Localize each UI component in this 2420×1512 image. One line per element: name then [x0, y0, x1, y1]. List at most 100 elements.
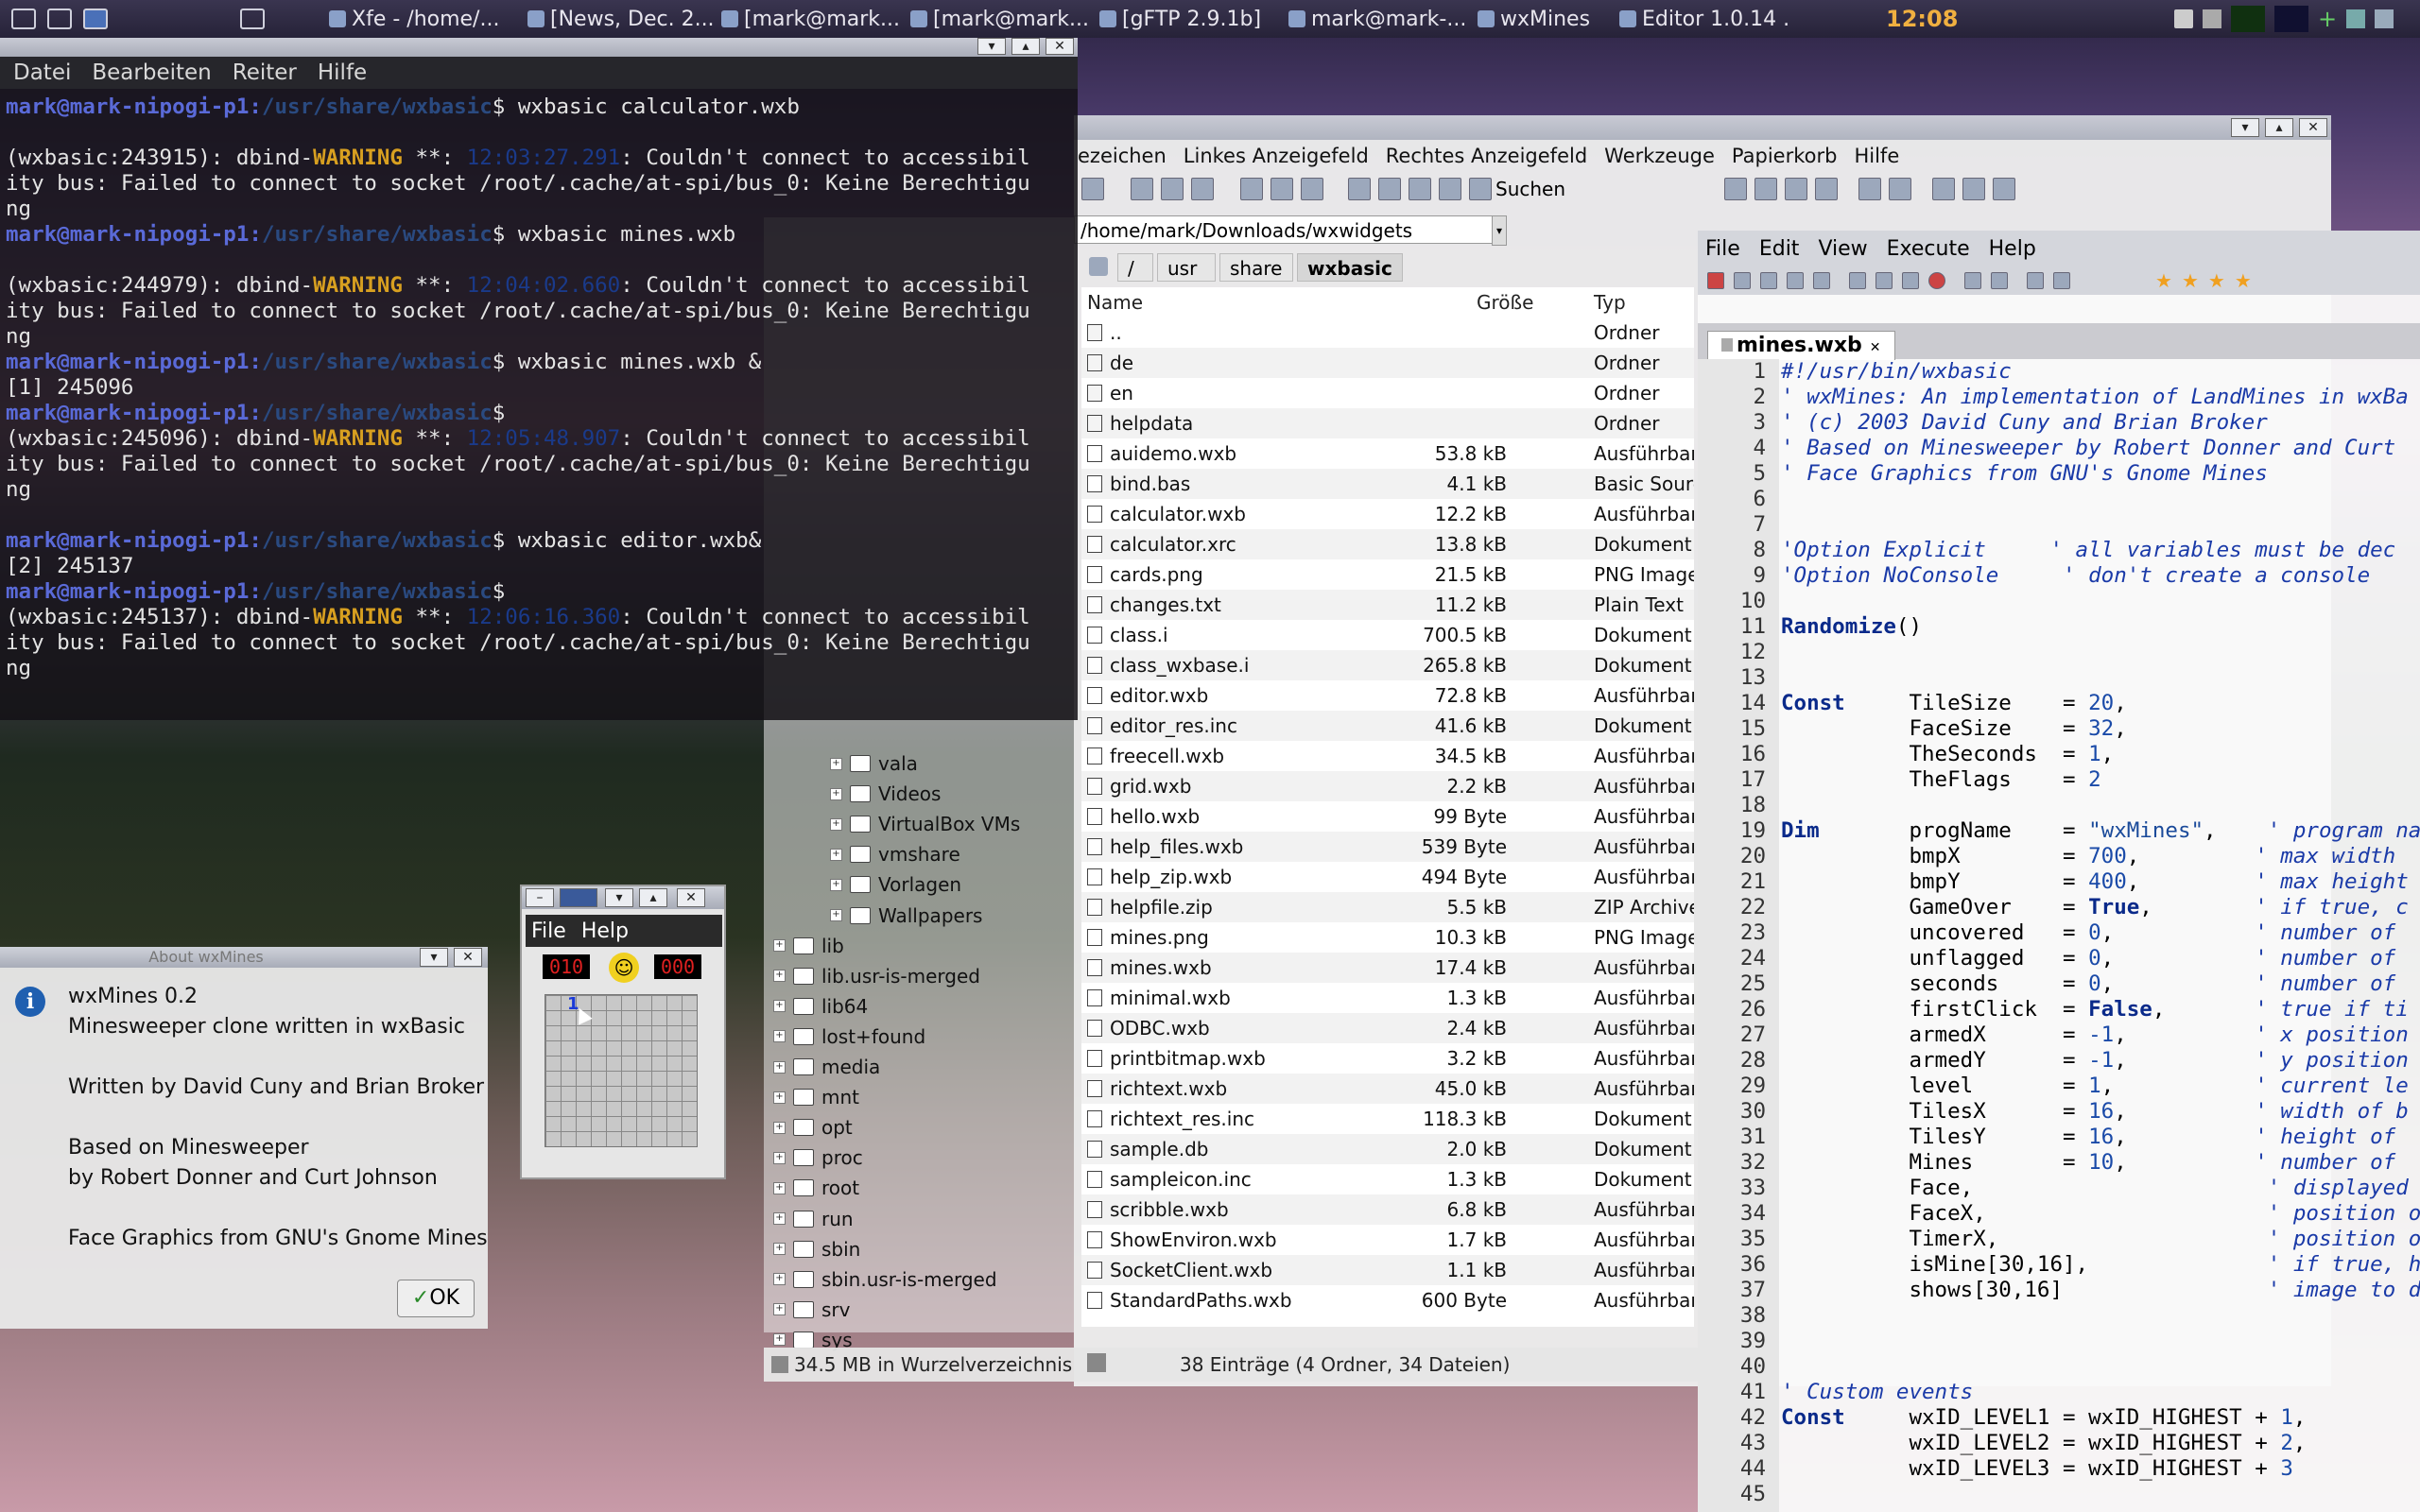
- terminal-output[interactable]: mark@mark-nipogi-p1:/usr/share/wxbasic$ …: [0, 89, 1078, 699]
- tree-item[interactable]: + Wallpapers: [830, 902, 982, 929]
- properties-icon[interactable]: [1301, 178, 1323, 200]
- mines-menu-file[interactable]: File: [531, 919, 566, 943]
- save-all-icon[interactable]: [1787, 272, 1804, 289]
- expand-icon[interactable]: +: [773, 970, 786, 983]
- taskbar-task[interactable]: [News, Dec. 2...: [520, 2, 714, 36]
- taskbar-task[interactable]: [mark@mark...: [903, 2, 1092, 36]
- tree-item[interactable]: + lib.usr-is-merged: [773, 963, 980, 989]
- cut-icon[interactable]: [1131, 178, 1153, 200]
- about-close-button[interactable]: ✕: [454, 948, 482, 967]
- fm-menu-item[interactable]: Hilfe: [1854, 145, 1899, 167]
- tree-item[interactable]: + root: [773, 1175, 859, 1201]
- tools-icon[interactable]: [2346, 9, 2366, 28]
- fm-titlebar[interactable]: ▾ ▴ ✕: [1074, 115, 2331, 140]
- fm-close-button[interactable]: ✕: [2299, 118, 2327, 137]
- file-row[interactable]: help_zip.wxb 494 Byte Ausführbar: [1081, 862, 1694, 892]
- file-row[interactable]: helpfile.zip 5.5 kB ZIP Archive: [1081, 892, 1694, 922]
- save-file-icon[interactable]: [1760, 272, 1777, 289]
- fm-minimize-button[interactable]: ▾: [2231, 118, 2259, 137]
- expand-icon[interactable]: +: [830, 817, 842, 831]
- file-row[interactable]: hello.wxb 99 Byte Ausführbar: [1081, 801, 1694, 832]
- network-icon[interactable]: [2203, 9, 2221, 28]
- address-dropdown-icon[interactable]: ▾: [1492, 215, 1507, 246]
- editor-menu-item[interactable]: File: [1705, 237, 1740, 261]
- terminal-icon[interactable]: [240, 9, 265, 29]
- file-row[interactable]: sample.db 2.0 kB Dokument: [1081, 1134, 1694, 1164]
- file-row[interactable]: SocketClient.wxb 1.1 kB Ausführbar: [1081, 1255, 1694, 1285]
- file-row[interactable]: help_files.wxb 539 Byte Ausführbar: [1081, 832, 1694, 862]
- tree-item[interactable]: + VirtualBox VMs: [830, 811, 1020, 837]
- window-icon[interactable]: [83, 9, 108, 29]
- file-row[interactable]: richtext.wxb 45.0 kB Ausführbar: [1081, 1074, 1694, 1104]
- settings-icon[interactable]: [1409, 178, 1431, 200]
- tree-item[interactable]: + srv: [773, 1297, 850, 1323]
- expand-icon[interactable]: +: [830, 757, 842, 770]
- tree-item[interactable]: + sbin.usr-is-merged: [773, 1266, 997, 1293]
- taskbar-task[interactable]: Editor 1.0.14 ...: [1612, 2, 1791, 36]
- mines-close-button[interactable]: ✕: [677, 888, 705, 907]
- view-list-icon[interactable]: [1754, 178, 1778, 200]
- breadcrumb-button[interactable]: /: [1117, 253, 1153, 282]
- tree-item[interactable]: + Videos: [830, 781, 941, 807]
- editor-menu-item[interactable]: Execute: [1887, 237, 1970, 261]
- file-row[interactable]: editor.wxb 72.8 kB Ausführbar: [1081, 680, 1694, 711]
- terminal-menu-item[interactable]: Bearbeiten: [92, 60, 211, 85]
- view-tree-icon[interactable]: [1815, 178, 1839, 200]
- expand-icon[interactable]: +: [773, 1333, 786, 1347]
- expand-icon[interactable]: +: [773, 1030, 786, 1043]
- file-row[interactable]: ShowEnviron.wxb 1.7 kB Ausführbar: [1081, 1225, 1694, 1255]
- expand-icon[interactable]: +: [830, 848, 842, 861]
- breadcrumb-button[interactable]: usr: [1157, 253, 1216, 282]
- two-panel-icon[interactable]: [1889, 178, 1912, 200]
- tree-item[interactable]: + Vorlagen: [830, 871, 961, 898]
- filter-icon[interactable]: [1087, 1353, 1106, 1372]
- about-titlebar[interactable]: About wxMines ▾ ✕: [0, 947, 488, 968]
- term-minimize-button[interactable]: ▾: [977, 38, 1006, 55]
- file-row[interactable]: StandardPaths.wxb 600 Byte Ausführbar: [1081, 1285, 1694, 1315]
- clock[interactable]: 12:08: [1886, 0, 1958, 38]
- about-minimize-button[interactable]: ▾: [420, 948, 448, 967]
- delete-icon[interactable]: [1240, 178, 1263, 200]
- tree-item[interactable]: + opt: [773, 1114, 853, 1141]
- editor-menu-item[interactable]: Edit: [1759, 237, 1800, 261]
- open-file-icon[interactable]: [1734, 272, 1751, 289]
- fm-maximize-button[interactable]: ▴: [2265, 118, 2293, 137]
- bookmark-star-icon[interactable]: ★: [2208, 269, 2225, 292]
- taskbar-task[interactable]: wxMines: [1470, 2, 1612, 36]
- file-row[interactable]: de Ordner: [1081, 348, 1694, 378]
- terminal-menu-item[interactable]: Reiter: [233, 60, 297, 85]
- undo-icon[interactable]: [1964, 272, 1981, 289]
- expand-icon[interactable]: +: [773, 1243, 786, 1256]
- fm-menu-item[interactable]: Papierkorb: [1732, 145, 1838, 167]
- file-row[interactable]: sampleicon.inc 1.3 kB Dokument: [1081, 1164, 1694, 1194]
- file-row[interactable]: calculator.xrc 13.8 kB Dokument: [1081, 529, 1694, 559]
- tab-mines-wxb[interactable]: mines.wxb ✕: [1707, 331, 1895, 360]
- bookmark-star-icon[interactable]: ★: [2182, 269, 2199, 292]
- bookmark-star-icon[interactable]: ★: [2155, 269, 2172, 292]
- minefield-grid[interactable]: [544, 994, 698, 1147]
- view-detail-icon[interactable]: [1785, 178, 1808, 200]
- file-row[interactable]: grid.wxb 2.2 kB Ausführbar: [1081, 771, 1694, 801]
- file-row[interactable]: freecell.wxb 34.5 kB Ausführbar: [1081, 741, 1694, 771]
- terminal-menu-item[interactable]: Hilfe: [318, 60, 367, 85]
- terminal-tool-icon[interactable]: [1439, 178, 1461, 200]
- tree-item[interactable]: + lib64: [773, 993, 868, 1020]
- mines-maximize-button[interactable]: ▴: [639, 888, 667, 907]
- expand-icon[interactable]: +: [773, 1121, 786, 1134]
- tree-item[interactable]: + run: [773, 1206, 854, 1232]
- tree-item[interactable]: + lib: [773, 933, 844, 959]
- code-editor[interactable]: 1 2 3 4 5 6 7 8 9 10 11 12 13 14 15 16 17 18 19 20 21 22 23 24 2…: [1698, 359, 2420, 1512]
- shell-icon[interactable]: [1378, 178, 1401, 200]
- editor-menu-item[interactable]: View: [1818, 237, 1867, 261]
- term-close-button[interactable]: ✕: [1046, 38, 1074, 55]
- rows-icon[interactable]: [1993, 178, 2016, 200]
- expand-icon[interactable]: +: [773, 1151, 786, 1164]
- breadcrumb-button[interactable]: share: [1219, 253, 1293, 282]
- mines-titlebar[interactable]: – ▾ ▴ ✕: [522, 886, 724, 909]
- term-maximize-button[interactable]: ▴: [1011, 38, 1040, 55]
- file-row[interactable]: calculator.wxb 12.2 kB Ausführbar: [1081, 499, 1694, 529]
- column-type[interactable]: Typ: [1594, 287, 1626, 318]
- close-tab-icon[interactable]: ✕: [1870, 340, 1881, 355]
- file-row[interactable]: en Ordner: [1081, 378, 1694, 408]
- refresh-icon[interactable]: [2375, 9, 2394, 28]
